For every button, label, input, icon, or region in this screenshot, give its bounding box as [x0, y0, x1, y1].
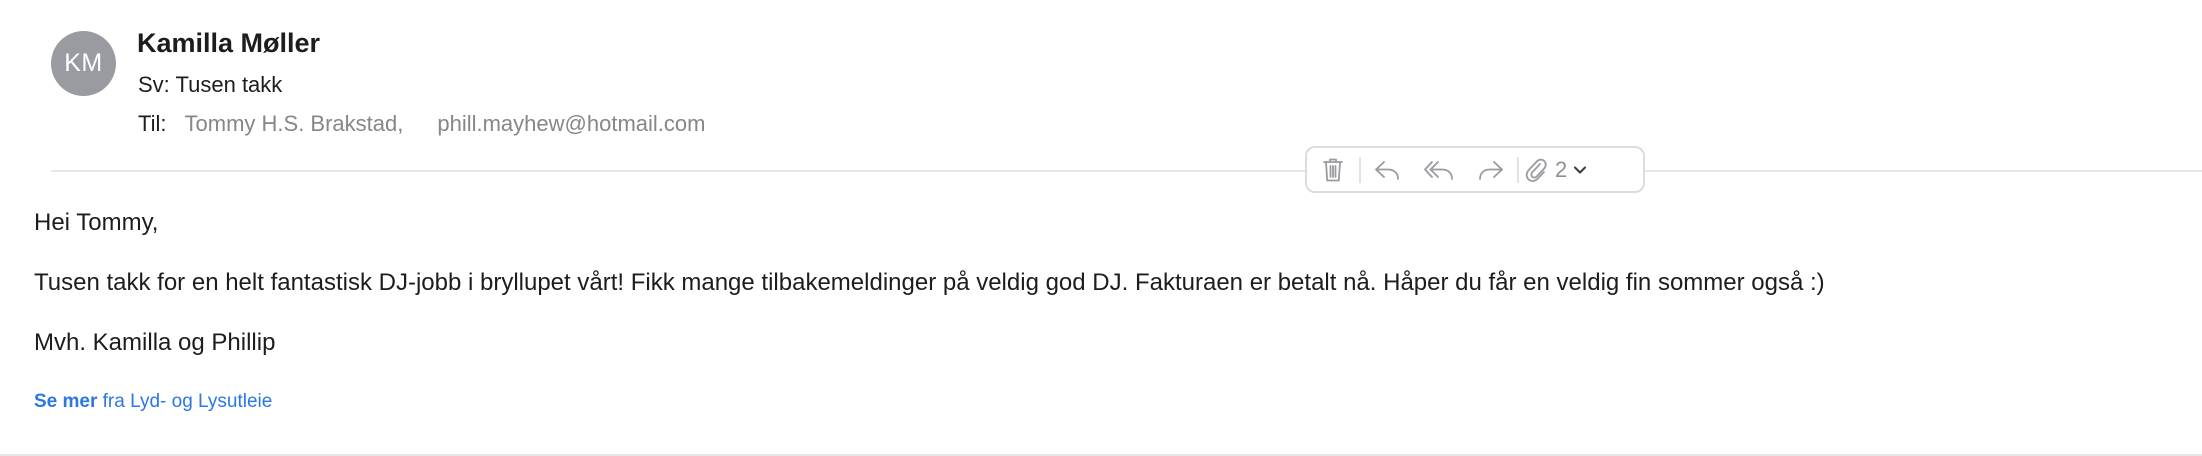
avatar[interactable]: KM	[51, 31, 116, 96]
sender-name[interactable]: Kamilla Møller	[137, 28, 320, 59]
reply-icon	[1375, 160, 1399, 180]
chevron-down-icon	[1574, 166, 1587, 173]
delete-button[interactable]	[1307, 148, 1359, 191]
reply-all-icon	[1424, 160, 1453, 180]
to-label: Til:	[138, 111, 167, 136]
forward-button[interactable]	[1465, 148, 1517, 191]
see-more-link[interactable]: Se mer fra Lyd- og Lysutleie	[34, 391, 272, 413]
body-greeting: Hei Tommy,	[34, 209, 159, 236]
message-toolbar: 2	[1305, 146, 1645, 193]
recipients-row: Til: Tommy H.S. Brakstad, phill.mayhew@h…	[138, 111, 705, 137]
attachments-button[interactable]: 2	[1525, 148, 1587, 191]
paperclip-icon	[1525, 158, 1547, 182]
forward-icon	[1479, 160, 1503, 180]
body-signoff: Mvh. Kamilla og Phillip	[34, 329, 276, 356]
email-message-view: KM Kamilla Møller Sv: Tusen takk Til: To…	[0, 0, 2202, 456]
reply-button[interactable]	[1361, 148, 1413, 191]
subject-line: Sv: Tusen takk	[138, 72, 283, 97]
header-divider	[51, 170, 2202, 172]
attachment-count: 2	[1555, 156, 1568, 182]
recipient-2[interactable]: phill.mayhew@hotmail.com	[437, 111, 705, 137]
reply-all-button[interactable]	[1413, 148, 1465, 191]
body-paragraph: Tusen takk for en helt fantastisk DJ-job…	[34, 269, 1825, 296]
recipient-1[interactable]: Tommy H.S. Brakstad,	[185, 111, 404, 137]
see-more-label[interactable]: Se mer	[34, 391, 97, 412]
trash-icon	[1323, 158, 1343, 181]
toolbar-separator	[1517, 156, 1519, 183]
see-more-source[interactable]: fra Lyd- og Lysutleie	[103, 391, 273, 412]
